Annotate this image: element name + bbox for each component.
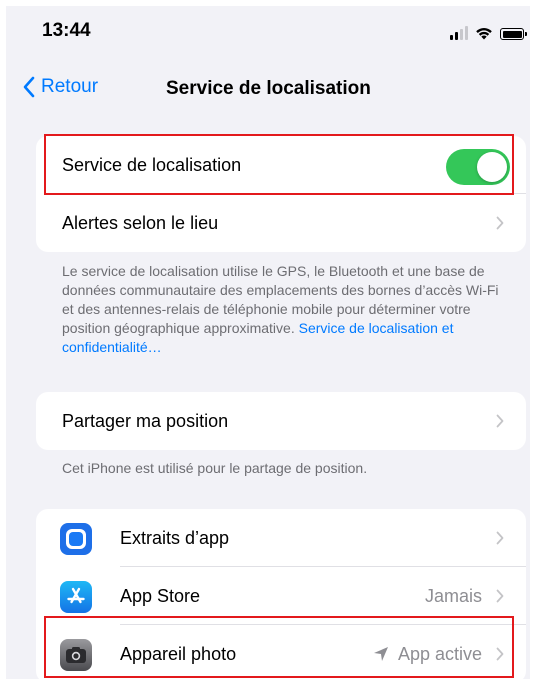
chevron-right-icon bbox=[496, 647, 504, 661]
share-footnote: Cet iPhone est utilisé pour le partage d… bbox=[62, 460, 368, 476]
share-location-row[interactable]: Partager ma position bbox=[36, 392, 526, 450]
back-button[interactable]: Retour bbox=[22, 76, 98, 98]
cellular-signal-icon bbox=[450, 26, 468, 40]
app-row-camera[interactable]: Appareil photo App active bbox=[36, 625, 526, 679]
toggle-knob bbox=[477, 152, 507, 182]
back-label: Retour bbox=[41, 76, 99, 97]
app-name: App Store bbox=[120, 585, 201, 606]
page-title: Service de localisation bbox=[166, 78, 371, 99]
location-service-row: Service de localisation bbox=[36, 136, 526, 194]
location-alerts-row[interactable]: Alertes selon le lieu bbox=[36, 194, 526, 252]
status-time: 13:44 bbox=[42, 20, 91, 41]
chevron-right-icon bbox=[496, 531, 504, 545]
status-bar: 13:44 bbox=[6, 6, 530, 56]
chevron-right-icon bbox=[496, 216, 504, 230]
app-row-clips[interactable]: Extraits d’app bbox=[36, 509, 526, 567]
apps-group: Extraits d’app App Store Jamais Appareil… bbox=[36, 509, 526, 679]
navigation-bar: Retour Service de localisation bbox=[6, 72, 530, 108]
wifi-icon bbox=[476, 28, 492, 40]
app-store-icon bbox=[60, 581, 92, 613]
app-permission-value: App active bbox=[372, 644, 482, 665]
location-service-label: Service de localisation bbox=[62, 154, 242, 175]
app-name: Extraits d’app bbox=[120, 527, 230, 548]
chevron-left-icon bbox=[23, 76, 35, 98]
location-arrow-icon bbox=[373, 647, 388, 661]
chevron-right-icon bbox=[496, 414, 504, 428]
app-row-app-store[interactable]: App Store Jamais bbox=[36, 567, 526, 625]
app-permission-value: Jamais bbox=[425, 586, 482, 607]
location-info-footnote: Le service de localisation utilise le GP… bbox=[62, 262, 510, 357]
app-clips-icon bbox=[60, 523, 92, 555]
chevron-right-icon bbox=[496, 589, 504, 603]
share-location-group: Partager ma position bbox=[36, 392, 526, 450]
share-location-label: Partager ma position bbox=[62, 410, 229, 431]
camera-icon bbox=[60, 639, 92, 671]
location-group: Service de localisation Alertes selon le… bbox=[36, 136, 526, 252]
status-icons bbox=[450, 24, 527, 40]
permission-text: Jamais bbox=[424, 585, 482, 606]
settings-screen: 13:44 Retour Service de localisation Ser… bbox=[6, 6, 530, 679]
permission-text: App active bbox=[397, 643, 482, 664]
location-alerts-label: Alertes selon le lieu bbox=[62, 212, 219, 233]
app-name: Appareil photo bbox=[120, 643, 237, 664]
battery-icon bbox=[500, 28, 527, 40]
location-service-toggle[interactable] bbox=[446, 149, 510, 185]
